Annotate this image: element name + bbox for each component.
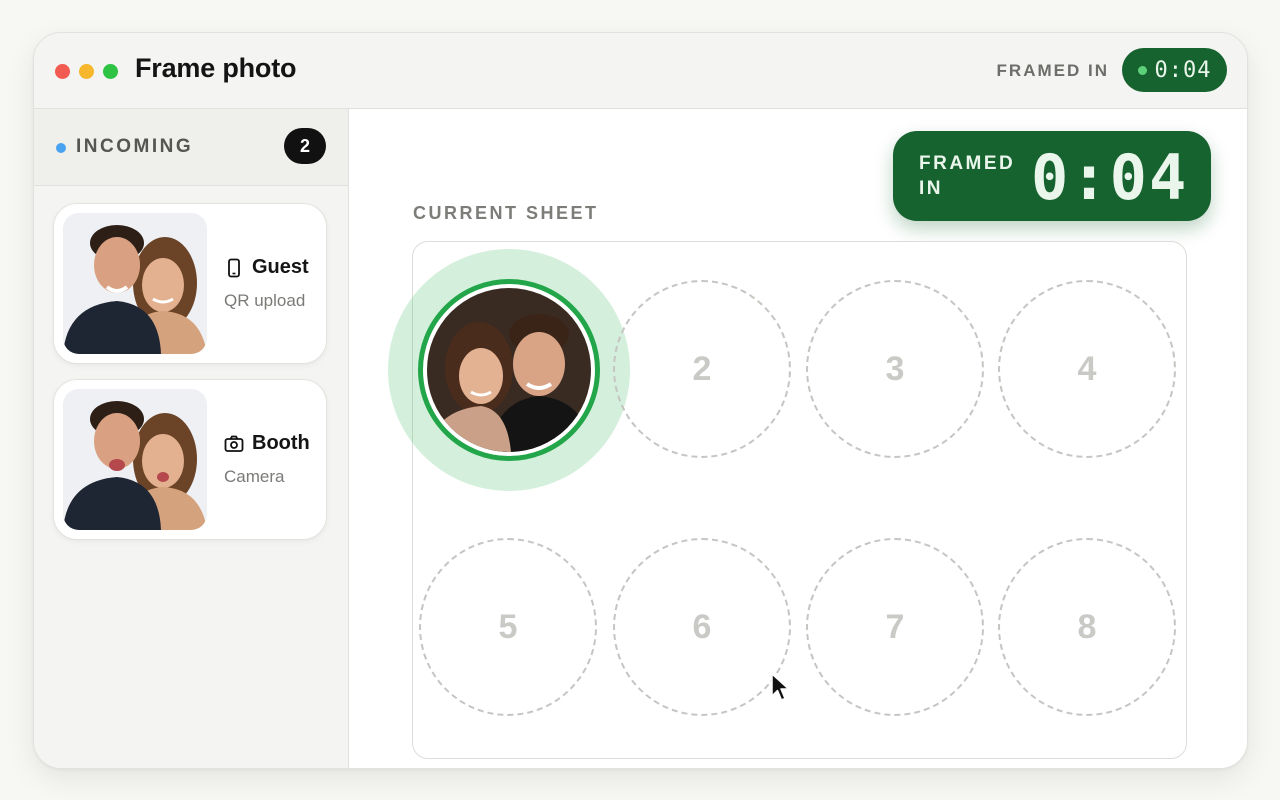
- incoming-count-badge: 2: [284, 128, 326, 164]
- window-title: Frame photo: [135, 53, 297, 83]
- live-dot-icon: [1137, 65, 1147, 75]
- incoming-sidebar: INCOMING 2 Guest QR upload Booth Camera: [34, 109, 349, 768]
- booth-photo-thumbnail: [63, 389, 207, 530]
- incoming-source-guest: Guest: [224, 256, 309, 279]
- title-bar: Frame photo FRAMED IN 0:04: [34, 33, 1247, 109]
- slot-1-photo: [427, 288, 591, 452]
- camera-icon: [224, 435, 244, 452]
- slot-5[interactable]: 5: [419, 538, 597, 716]
- slot-8[interactable]: 8: [998, 538, 1176, 716]
- app-window: Frame photo FRAMED IN 0:04 INCOMING 2 Gu…: [33, 32, 1248, 769]
- slot-2[interactable]: 2: [613, 280, 791, 458]
- slot-7[interactable]: 7: [806, 538, 984, 716]
- framed-in-timer-card: FRAMED IN 0:04: [893, 131, 1211, 221]
- incoming-header: INCOMING 2: [34, 109, 348, 186]
- incoming-source-guest-label: Guest: [252, 256, 309, 278]
- slot-6[interactable]: 6: [613, 538, 791, 716]
- main-panel: FRAMED IN 0:04 CURRENT SHEET 2 3 4 5 6 7…: [349, 109, 1247, 768]
- incoming-detail-guest: QR upload: [224, 291, 306, 310]
- incoming-source-booth-label: Booth: [252, 432, 310, 454]
- slot-3[interactable]: 3: [806, 280, 984, 458]
- incoming-label: INCOMING: [76, 136, 194, 157]
- guest-photo-thumbnail: [63, 213, 207, 354]
- slot-4[interactable]: 4: [998, 280, 1176, 458]
- minimize-window-button[interactable]: [79, 64, 94, 79]
- framed-in-label: FRAMED IN: [996, 61, 1109, 80]
- close-window-button[interactable]: [55, 64, 70, 79]
- phone-icon: [228, 258, 240, 277]
- incoming-card-booth[interactable]: Booth Camera: [53, 379, 327, 540]
- mouse-pointer-icon: [771, 673, 790, 701]
- current-sheet: 2 3 4 5 6 7 8: [388, 241, 1187, 759]
- incoming-source-booth: Booth: [224, 432, 310, 455]
- header-timer-badge: 0:04: [1122, 48, 1227, 92]
- incoming-status-dot: [56, 143, 66, 153]
- incoming-card-guest[interactable]: Guest QR upload: [53, 203, 327, 364]
- maximize-window-button[interactable]: [103, 64, 118, 79]
- incoming-detail-booth: Camera: [224, 467, 285, 486]
- framed-in-timer-label: FRAMED IN: [919, 153, 1016, 199]
- slot-1-filled[interactable]: [418, 279, 600, 461]
- current-sheet-label: CURRENT SHEET: [413, 203, 599, 223]
- header-timer-value: 0:04: [1154, 57, 1212, 83]
- framed-in-timer-value: 0:04: [1031, 141, 1189, 214]
